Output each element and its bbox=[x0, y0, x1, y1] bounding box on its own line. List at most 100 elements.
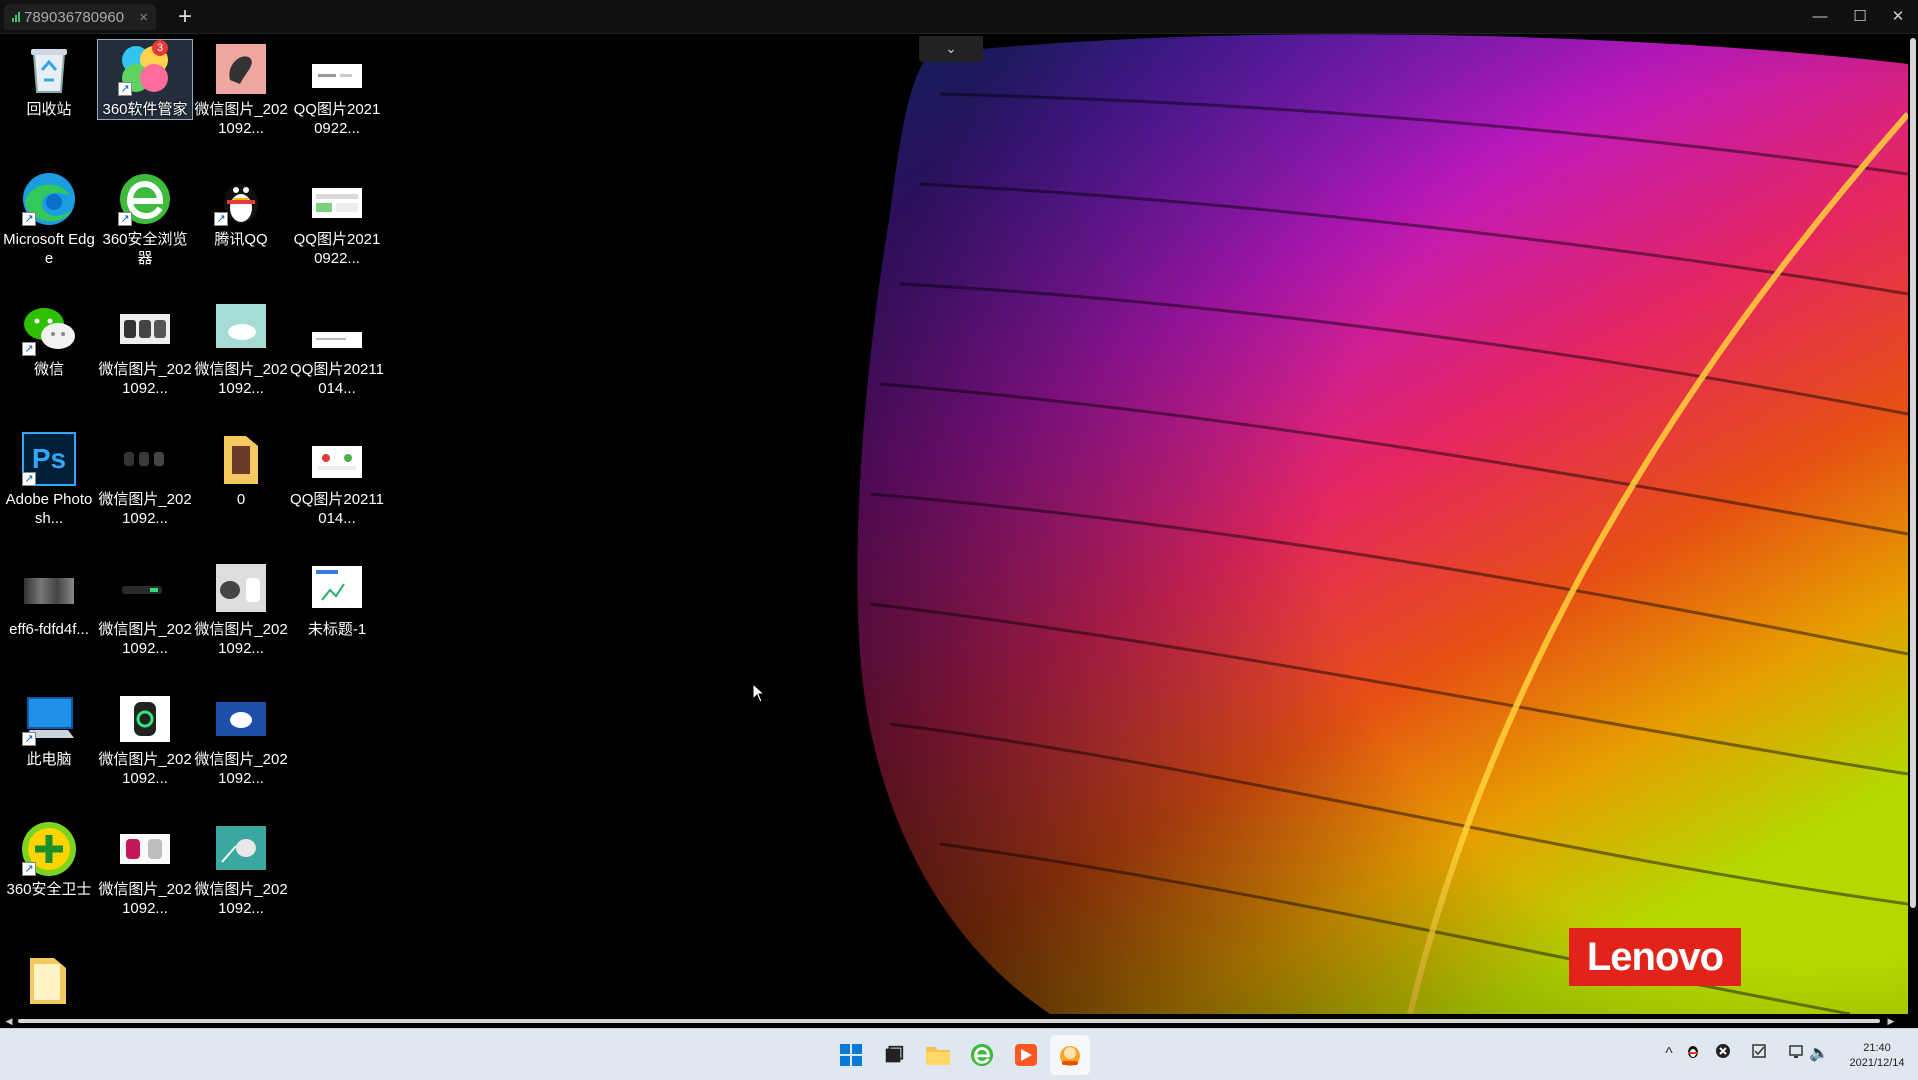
desktop-icon-folder[interactable] bbox=[2, 950, 96, 1010]
icon-label: 微信图片_2021092... bbox=[98, 751, 192, 787]
network-tray-icon[interactable] bbox=[1786, 1043, 1808, 1065]
window-titlebar: 789036780960 × + — ☐ ✕ bbox=[0, 0, 1918, 34]
wallpaper-feather bbox=[850, 34, 1908, 1014]
tray-chevron-icon[interactable]: ^ bbox=[1658, 1043, 1680, 1065]
task-view-icon[interactable] bbox=[874, 1035, 914, 1075]
shortcut-arrow-icon: ↗ bbox=[118, 82, 132, 96]
icon-label: Adobe Photosh... bbox=[5, 491, 93, 527]
qq-penguin-icon: ↗ bbox=[212, 170, 270, 228]
desktop-icon-edge[interactable]: ↗ Microsoft Edge bbox=[2, 170, 96, 268]
folder-icon bbox=[212, 430, 270, 488]
shortcut-arrow-icon: ↗ bbox=[22, 472, 36, 486]
icon-label: 360软件管家 bbox=[102, 101, 188, 118]
desktop-icon-untitled-1[interactable]: 未标题-1 bbox=[290, 560, 384, 639]
image-thumbnail-icon bbox=[308, 300, 366, 358]
desktop-icon-wechat-image[interactable]: 微信图片_2021092... bbox=[194, 820, 288, 918]
desktop-icon-wechat-image[interactable]: 微信图片_2021092... bbox=[194, 560, 288, 658]
icon-label: 微信图片_2021092... bbox=[194, 751, 288, 787]
desktop-icon-recycle-bin[interactable]: 回收站 bbox=[2, 40, 96, 119]
desktop-icon-wechat-image[interactable]: 微信图片_2021092... bbox=[194, 300, 288, 398]
desktop-icon-wechat-image[interactable]: 微信图片_2021092... bbox=[194, 690, 288, 788]
folder-icon bbox=[20, 950, 78, 1008]
icon-label: 未标题-1 bbox=[307, 621, 367, 638]
close-button[interactable]: ✕ bbox=[1878, 0, 1918, 34]
image-thumbnail-icon bbox=[308, 170, 366, 228]
image-thumbnail-icon bbox=[308, 40, 366, 98]
desktop-icon-qq-image[interactable]: QQ图片20210922... bbox=[290, 170, 384, 268]
desktop-icon-wechat-image[interactable]: 微信图片_2021092... bbox=[98, 300, 192, 398]
desktop-icon-folder-0[interactable]: 0 bbox=[194, 430, 288, 509]
start-icon[interactable] bbox=[831, 1035, 871, 1075]
lenovo-logo: Lenovo bbox=[1569, 928, 1741, 986]
desktop-icon-eff6[interactable]: eff6-fdfd4f... bbox=[2, 560, 96, 639]
checkbox-tray-icon[interactable] bbox=[1748, 1043, 1770, 1065]
scroll-right-icon[interactable]: ▶ bbox=[1884, 1014, 1898, 1028]
shortcut-arrow-icon: ↗ bbox=[22, 732, 36, 746]
desktop-icon-qq-image[interactable]: QQ图片20211014... bbox=[290, 430, 384, 528]
desktop-icon-360-browser[interactable]: ↗ 360安全浏览器 bbox=[98, 170, 192, 268]
image-thumbnail-icon bbox=[308, 560, 366, 618]
desktop-icon-wechat-image[interactable]: 微信图片_2021092... bbox=[98, 820, 192, 918]
icon-label: Microsoft Edge bbox=[3, 231, 95, 267]
shortcut-arrow-icon: ↗ bbox=[22, 862, 36, 876]
toolbar-dropdown-button[interactable]: ⌄ bbox=[919, 36, 983, 62]
remote-desktop-view[interactable]: ⌄ Lenovo 回收站 ↗ Microsoft Edge ↗ 微信 Ps ↗ … bbox=[0, 34, 1908, 1014]
remote-app-icon[interactable] bbox=[1006, 1035, 1046, 1075]
horizontal-scrollbar[interactable]: ◀ ▶ bbox=[0, 1014, 1908, 1028]
desktop-icon-360-software-manager[interactable]: 3 ↗ 360软件管家 bbox=[97, 39, 193, 120]
recycle-bin-icon bbox=[20, 40, 78, 98]
desktop-icon-wechat-image[interactable]: 微信图片_2021092... bbox=[98, 560, 192, 658]
360-browser-icon[interactable] bbox=[962, 1035, 1002, 1075]
desktop-icon-photoshop[interactable]: Ps ↗ Adobe Photosh... bbox=[2, 430, 96, 528]
scrollbar-thumb[interactable] bbox=[18, 1019, 1880, 1023]
tab-remote-session[interactable]: 789036780960 × bbox=[4, 4, 156, 30]
scrollbar-thumb[interactable] bbox=[1910, 38, 1916, 908]
tab-close-icon[interactable]: × bbox=[139, 9, 148, 26]
icon-label: 回收站 bbox=[26, 101, 72, 118]
image-thumbnail-icon bbox=[116, 820, 174, 878]
minimize-button[interactable]: — bbox=[1800, 0, 1840, 34]
image-thumbnail-icon bbox=[116, 690, 174, 748]
shortcut-arrow-icon: ↗ bbox=[214, 212, 228, 226]
icon-label: 微信图片_2021092... bbox=[98, 361, 192, 397]
desktop-icon-wechat-image[interactable]: 微信图片_2021092... bbox=[98, 690, 192, 788]
image-thumbnail-icon bbox=[116, 560, 174, 618]
image-thumbnail-icon bbox=[212, 690, 270, 748]
desktop-icon-wechat[interactable]: ↗ 微信 bbox=[2, 300, 96, 379]
scroll-left-icon[interactable]: ◀ bbox=[2, 1014, 16, 1028]
icon-label: QQ图片20210922... bbox=[293, 231, 381, 267]
remote-desktop-icon[interactable] bbox=[1050, 1035, 1090, 1075]
shortcut-arrow-icon: ↗ bbox=[22, 212, 36, 226]
icon-label: 微信图片_2021092... bbox=[194, 361, 288, 397]
file-explorer-icon[interactable] bbox=[918, 1035, 958, 1075]
volume-tray-icon[interactable]: 🔈 bbox=[1808, 1043, 1830, 1065]
icon-label: QQ图片20211014... bbox=[290, 491, 384, 527]
desktop-icon-wechat-image[interactable]: 微信图片_2021092... bbox=[194, 40, 288, 138]
desktop-icon-qq-image[interactable]: QQ图片20211014... bbox=[290, 300, 384, 398]
desktop-icon-qq-image[interactable]: QQ图片20210922... bbox=[290, 40, 384, 138]
360-security-icon: ↗ bbox=[20, 820, 78, 878]
taskbar-clock[interactable]: 21:40 2021/12/14 bbox=[1842, 1041, 1912, 1071]
error-tray-icon[interactable] bbox=[1712, 1043, 1734, 1065]
360-browser-icon: ↗ bbox=[116, 170, 174, 228]
new-tab-button[interactable]: + bbox=[172, 3, 198, 31]
image-thumbnail-icon bbox=[212, 300, 270, 358]
image-thumbnail-icon bbox=[20, 560, 78, 618]
vertical-scrollbar[interactable] bbox=[1908, 34, 1918, 1014]
icon-label: 腾讯QQ bbox=[214, 231, 268, 248]
photoshop-icon: Ps ↗ bbox=[20, 430, 78, 488]
desktop-icon-qq[interactable]: ↗ 腾讯QQ bbox=[194, 170, 288, 249]
desktop-icon-360-security[interactable]: ↗ 360安全卫士 bbox=[2, 820, 96, 899]
desktop-icon-wechat-image[interactable]: 微信图片_2021092... bbox=[98, 430, 192, 528]
shortcut-arrow-icon: ↗ bbox=[118, 212, 132, 226]
desktop-icon-this-pc[interactable]: ↗ 此电脑 bbox=[2, 690, 96, 769]
icon-label: 微信 bbox=[33, 361, 64, 378]
maximize-button[interactable]: ☐ bbox=[1840, 0, 1880, 34]
icon-label: 微信图片_2021092... bbox=[98, 491, 192, 527]
image-thumbnail-icon bbox=[212, 820, 270, 878]
signal-icon bbox=[12, 12, 20, 22]
icon-label: 微信图片_2021092... bbox=[98, 621, 192, 657]
this-pc-icon: ↗ bbox=[20, 690, 78, 748]
qq-tray-icon[interactable] bbox=[1682, 1043, 1704, 1065]
icon-label: 0 bbox=[236, 491, 246, 508]
